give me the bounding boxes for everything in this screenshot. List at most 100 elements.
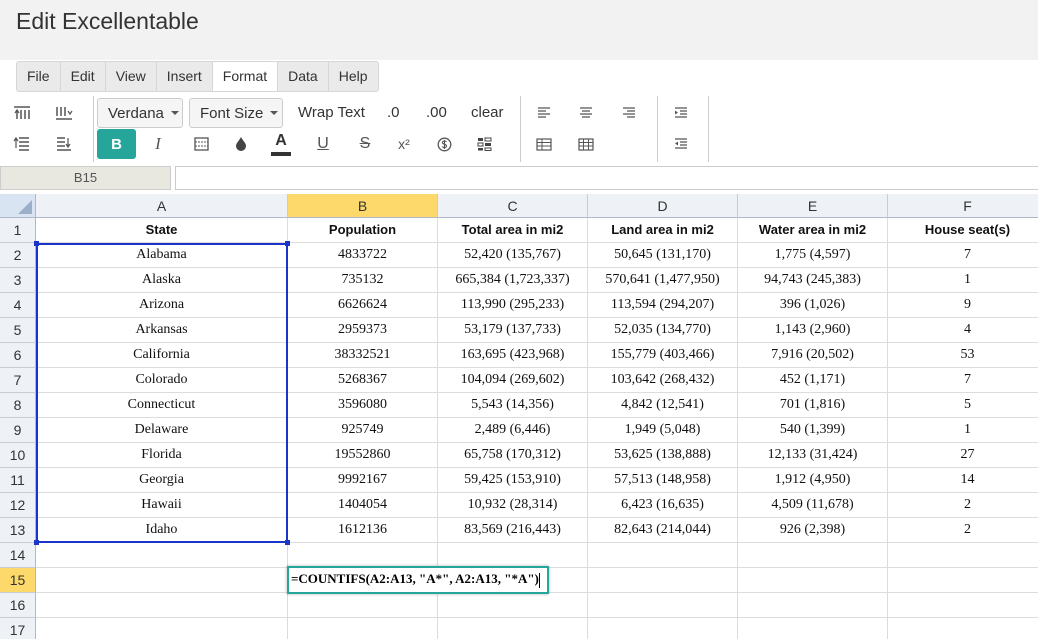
decrease-decimal-button[interactable]: .0 (387, 98, 400, 126)
row-header-14[interactable]: 14 (0, 543, 36, 568)
cell-f14[interactable] (888, 543, 1038, 568)
cell-b16[interactable] (288, 593, 438, 618)
cell-a5[interactable]: Arkansas (36, 318, 288, 343)
row-header-11[interactable]: 11 (0, 468, 36, 493)
column-header-a[interactable]: A (36, 194, 288, 218)
cell-d6[interactable]: 155,779 (403,466) (588, 343, 738, 368)
cell-a2[interactable]: Alabama (36, 243, 288, 268)
cell-b9[interactable]: 925749 (288, 418, 438, 443)
cell-c17[interactable] (438, 618, 588, 639)
cell-d3[interactable]: 570,641 (1,477,950) (588, 268, 738, 293)
row-header-13[interactable]: 13 (0, 518, 36, 543)
cell-a9[interactable]: Delaware (36, 418, 288, 443)
cell-f15[interactable] (888, 568, 1038, 593)
cell-e6[interactable]: 7,916 (20,502) (738, 343, 888, 368)
cell-a10[interactable]: Florida (36, 443, 288, 468)
cell-a4[interactable]: Arizona (36, 293, 288, 318)
row-header-16[interactable]: 16 (0, 593, 36, 618)
cell-b1[interactable]: Population (288, 218, 438, 243)
conditional-format-icon[interactable] (473, 133, 495, 155)
row-header-6[interactable]: 6 (0, 343, 36, 368)
cell-f7[interactable]: 7 (888, 368, 1038, 393)
cell-editor[interactable]: =COUNTIFS(A2:A13, "A*", A2:A13, "*A") (287, 566, 549, 594)
align-right-icon[interactable] (619, 103, 639, 123)
cell-c8[interactable]: 5,543 (14,356) (438, 393, 588, 418)
cell-c9[interactable]: 2,489 (6,446) (438, 418, 588, 443)
cell-c5[interactable]: 53,179 (137,733) (438, 318, 588, 343)
cell-d4[interactable]: 113,594 (294,207) (588, 293, 738, 318)
cell-b12[interactable]: 1404054 (288, 493, 438, 518)
cell-a17[interactable] (36, 618, 288, 639)
cell-a1[interactable]: State (36, 218, 288, 243)
formula-input[interactable] (175, 166, 1038, 190)
selection-handle[interactable] (34, 540, 39, 545)
cell-e17[interactable] (738, 618, 888, 639)
cell-b5[interactable]: 2959373 (288, 318, 438, 343)
cell-e4[interactable]: 396 (1,026) (738, 293, 888, 318)
row-header-4[interactable]: 4 (0, 293, 36, 318)
cell-e2[interactable]: 1,775 (4,597) (738, 243, 888, 268)
menu-item-view[interactable]: View (106, 62, 157, 91)
cell-b17[interactable] (288, 618, 438, 639)
cell-d1[interactable]: Land area in mi2 (588, 218, 738, 243)
cell-a8[interactable]: Connecticut (36, 393, 288, 418)
increase-decimal-button[interactable]: .00 (426, 98, 447, 126)
cell-c10[interactable]: 65,758 (170,312) (438, 443, 588, 468)
cell-e1[interactable]: Water area in mi2 (738, 218, 888, 243)
row-header-5[interactable]: 5 (0, 318, 36, 343)
cell-c13[interactable]: 83,569 (216,443) (438, 518, 588, 543)
row-header-2[interactable]: 2 (0, 243, 36, 268)
menu-item-insert[interactable]: Insert (157, 62, 213, 91)
insert-table-icon[interactable] (534, 134, 554, 154)
cell-d17[interactable] (588, 618, 738, 639)
cell-c7[interactable]: 104,094 (269,602) (438, 368, 588, 393)
cell-d15[interactable] (588, 568, 738, 593)
cell-d16[interactable] (588, 593, 738, 618)
font-size-dropdown[interactable]: Font Size (189, 98, 283, 128)
strikethrough-button[interactable]: S (354, 133, 376, 155)
menu-item-edit[interactable]: Edit (61, 62, 106, 91)
cell-f5[interactable]: 4 (888, 318, 1038, 343)
cell-d12[interactable]: 6,423 (16,635) (588, 493, 738, 518)
row-header-12[interactable]: 12 (0, 493, 36, 518)
cell-c6[interactable]: 163,695 (423,968) (438, 343, 588, 368)
cell-e14[interactable] (738, 543, 888, 568)
cell-c14[interactable] (438, 543, 588, 568)
borders-icon[interactable] (190, 133, 212, 155)
cell-a12[interactable]: Hawaii (36, 493, 288, 518)
cell-b13[interactable]: 1612136 (288, 518, 438, 543)
font-color-button[interactable]: A (270, 130, 292, 158)
cell-f12[interactable]: 2 (888, 493, 1038, 518)
cell-b14[interactable] (288, 543, 438, 568)
bold-button[interactable]: B (97, 129, 136, 159)
selection-handle[interactable] (285, 241, 290, 246)
cell-f13[interactable]: 2 (888, 518, 1038, 543)
cell-b11[interactable]: 9992167 (288, 468, 438, 493)
cell-b3[interactable]: 735132 (288, 268, 438, 293)
column-header-b[interactable]: B (288, 194, 438, 218)
cell-e3[interactable]: 94,743 (245,383) (738, 268, 888, 293)
align-left-icon[interactable] (534, 103, 554, 123)
align-top-icon[interactable] (10, 102, 34, 124)
menu-item-data[interactable]: Data (278, 62, 329, 91)
cell-b4[interactable]: 6626624 (288, 293, 438, 318)
row-header-1[interactable]: 1 (0, 218, 36, 243)
row-header-9[interactable]: 9 (0, 418, 36, 443)
select-all-corner[interactable] (0, 194, 36, 218)
clear-button[interactable]: clear (471, 98, 504, 126)
currency-icon[interactable] (433, 133, 455, 155)
cell-f11[interactable]: 14 (888, 468, 1038, 493)
cell-f6[interactable]: 53 (888, 343, 1038, 368)
menu-item-format[interactable]: Format (212, 62, 279, 91)
cell-e8[interactable]: 701 (1,816) (738, 393, 888, 418)
cell-f17[interactable] (888, 618, 1038, 639)
cell-c16[interactable] (438, 593, 588, 618)
cell-d7[interactable]: 103,642 (268,432) (588, 368, 738, 393)
menu-item-file[interactable]: File (17, 62, 61, 91)
cell-c1[interactable]: Total area in mi2 (438, 218, 588, 243)
row-header-8[interactable]: 8 (0, 393, 36, 418)
cell-a3[interactable]: Alaska (36, 268, 288, 293)
fill-color-icon[interactable] (230, 133, 252, 155)
valign-top-icon[interactable] (10, 133, 34, 155)
wrap-text-button[interactable]: Wrap Text (298, 98, 365, 126)
